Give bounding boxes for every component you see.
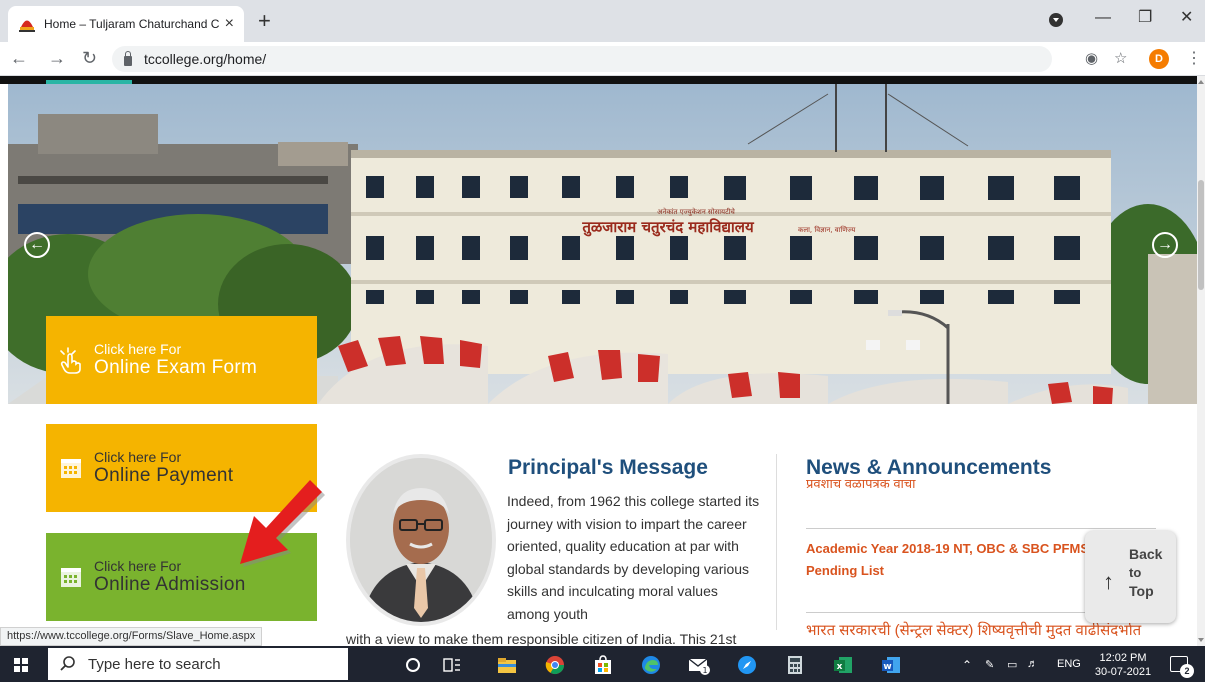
- news-item-link[interactable]: भारत सरकारची (सेन्ट्रल सेक्टर) शिष्यवृत्…: [806, 620, 1166, 640]
- tracking-eye-icon[interactable]: ◉: [1085, 51, 1098, 66]
- building-sign-small: अनेकांत एज्युकेशन सोसायटीचे: [657, 207, 735, 216]
- principal-photo: [346, 454, 496, 626]
- search-placeholder: Type here to search: [88, 655, 221, 673]
- windows-taskbar: Type here to search 1 x w ⌃ ✎ ▭ ♬ ENG 12…: [0, 646, 1205, 682]
- back-to-top-label: to: [1129, 565, 1142, 580]
- building-sign: तुळजाराम चतुरचंद महाविद्यालय: [581, 218, 755, 237]
- scroll-up-icon[interactable]: [1198, 80, 1204, 84]
- close-window-icon[interactable]: ✕: [1180, 10, 1193, 26]
- college-logo-icon: [18, 15, 36, 33]
- payment-small-label: Click here For: [94, 449, 182, 465]
- svg-text:x: x: [837, 662, 843, 672]
- back-to-top-button[interactable]: ↑ Back to Top: [1085, 531, 1176, 623]
- search-icon: [60, 656, 75, 671]
- mail-icon[interactable]: 1: [688, 654, 710, 676]
- task-view-icon[interactable]: [441, 654, 463, 676]
- url-text: tccollege.org/home/: [144, 51, 267, 67]
- cortana-icon[interactable]: [402, 654, 424, 676]
- page-viewport: अनेकांत एज्युकेशन सोसायटीचे तुळजाराम चतु…: [0, 76, 1197, 646]
- browser-toolbar: ← → ↻ tccollege.org/home/ ◉ ☆ D ⋮: [0, 42, 1205, 76]
- back-to-top-label: Back: [1129, 546, 1163, 562]
- tab-title: Home – Tuljaram Chaturchand C: [44, 17, 220, 31]
- clock-date: 30-07-2021: [1094, 666, 1152, 678]
- minimize-icon[interactable]: —: [1095, 10, 1111, 26]
- profile-avatar[interactable]: D: [1149, 49, 1169, 69]
- payment-big-label: Online Payment: [94, 465, 234, 486]
- slider-prev-arrow-icon[interactable]: ←: [24, 232, 50, 258]
- pen-icon[interactable]: ✎: [985, 658, 994, 671]
- red-annotation-arrow-icon: [240, 480, 325, 567]
- back-arrow-icon[interactable]: ←: [10, 49, 28, 67]
- up-arrow-icon: ↑: [1103, 569, 1114, 594]
- exam-small-label: Click here For: [94, 341, 182, 357]
- address-bar[interactable]: tccollege.org/home/: [112, 46, 1052, 72]
- taskbar-search-box[interactable]: Type here to search: [48, 648, 348, 680]
- browser-tab[interactable]: Home – Tuljaram Chaturchand C ×: [8, 6, 244, 42]
- slider-next-arrow-icon[interactable]: →: [1152, 232, 1178, 258]
- mail-badge: 1: [702, 666, 707, 675]
- exam-big-label: Online Exam Form: [94, 357, 258, 378]
- language-indicator[interactable]: ENG: [1057, 658, 1081, 670]
- excel-icon[interactable]: x: [832, 654, 854, 676]
- profile-menu-icon[interactable]: [1049, 13, 1063, 27]
- hand-pointer-icon: [56, 345, 86, 375]
- scroll-down-icon[interactable]: [1198, 638, 1204, 642]
- battery-icon[interactable]: ▭: [1007, 658, 1017, 671]
- news-separator: [806, 528, 1156, 529]
- taskbar-clock[interactable]: 12:02 PM 30-07-2021: [1093, 651, 1153, 679]
- edge-icon[interactable]: [640, 654, 662, 676]
- lock-icon: [124, 50, 132, 66]
- browser-tab-bar: Home – Tuljaram Chaturchand C × + — ❐ ✕: [0, 0, 1205, 42]
- volume-icon[interactable]: ♬: [1027, 658, 1038, 670]
- news-announcements-title: News & Announcements: [806, 456, 1052, 479]
- clock-time: 12:02 PM: [1099, 652, 1147, 664]
- browser-menu-icon[interactable]: ⋮: [1186, 51, 1202, 67]
- section-divider: [776, 454, 777, 630]
- scroll-thumb[interactable]: [1198, 180, 1204, 290]
- building-sign-sub: कला, विज्ञान, वाणिज्य: [798, 225, 856, 234]
- calculator-icon[interactable]: [784, 654, 806, 676]
- principal-message-text: Indeed, from 1962 this college started i…: [507, 493, 760, 622]
- news-item-clipped[interactable]: प्रवेशाचे वेळापत्रक वाचा: [806, 480, 1156, 490]
- bookmark-star-icon[interactable]: ☆: [1114, 51, 1127, 66]
- principal-message-text-continued: with a view to make them responsible cit…: [346, 631, 737, 646]
- new-tab-button[interactable]: +: [258, 10, 271, 32]
- admission-big-label: Online Admission: [94, 574, 246, 595]
- back-to-top-label: Top: [1129, 583, 1154, 599]
- site-top-bar: [0, 76, 1197, 84]
- restore-icon[interactable]: ❐: [1138, 10, 1152, 26]
- link-status-bar: https://www.tccollege.org/Forms/Slave_Ho…: [0, 627, 263, 646]
- calendar-icon: [56, 562, 86, 592]
- reload-icon[interactable]: ↻: [82, 49, 97, 67]
- notification-count: 2: [1180, 664, 1194, 678]
- forward-arrow-icon[interactable]: →: [48, 49, 66, 67]
- chrome-icon[interactable]: [544, 654, 566, 676]
- principal-message-title: Principal's Message: [508, 456, 708, 479]
- page-scrollbar[interactable]: [1197, 76, 1205, 646]
- tray-chevron-icon[interactable]: ⌃: [962, 658, 972, 672]
- windows-start-icon[interactable]: [14, 658, 28, 672]
- word-icon[interactable]: w: [880, 654, 902, 676]
- online-exam-form-button[interactable]: Click here For Online Exam Form: [46, 316, 317, 404]
- microsoft-store-icon[interactable]: [592, 654, 614, 676]
- tab-close-icon[interactable]: ×: [225, 16, 234, 32]
- file-explorer-icon[interactable]: [496, 654, 518, 676]
- admission-small-label: Click here For: [94, 558, 182, 574]
- svg-text:w: w: [883, 662, 891, 672]
- calendar-icon: [56, 453, 86, 483]
- safari-compass-icon[interactable]: [736, 654, 758, 676]
